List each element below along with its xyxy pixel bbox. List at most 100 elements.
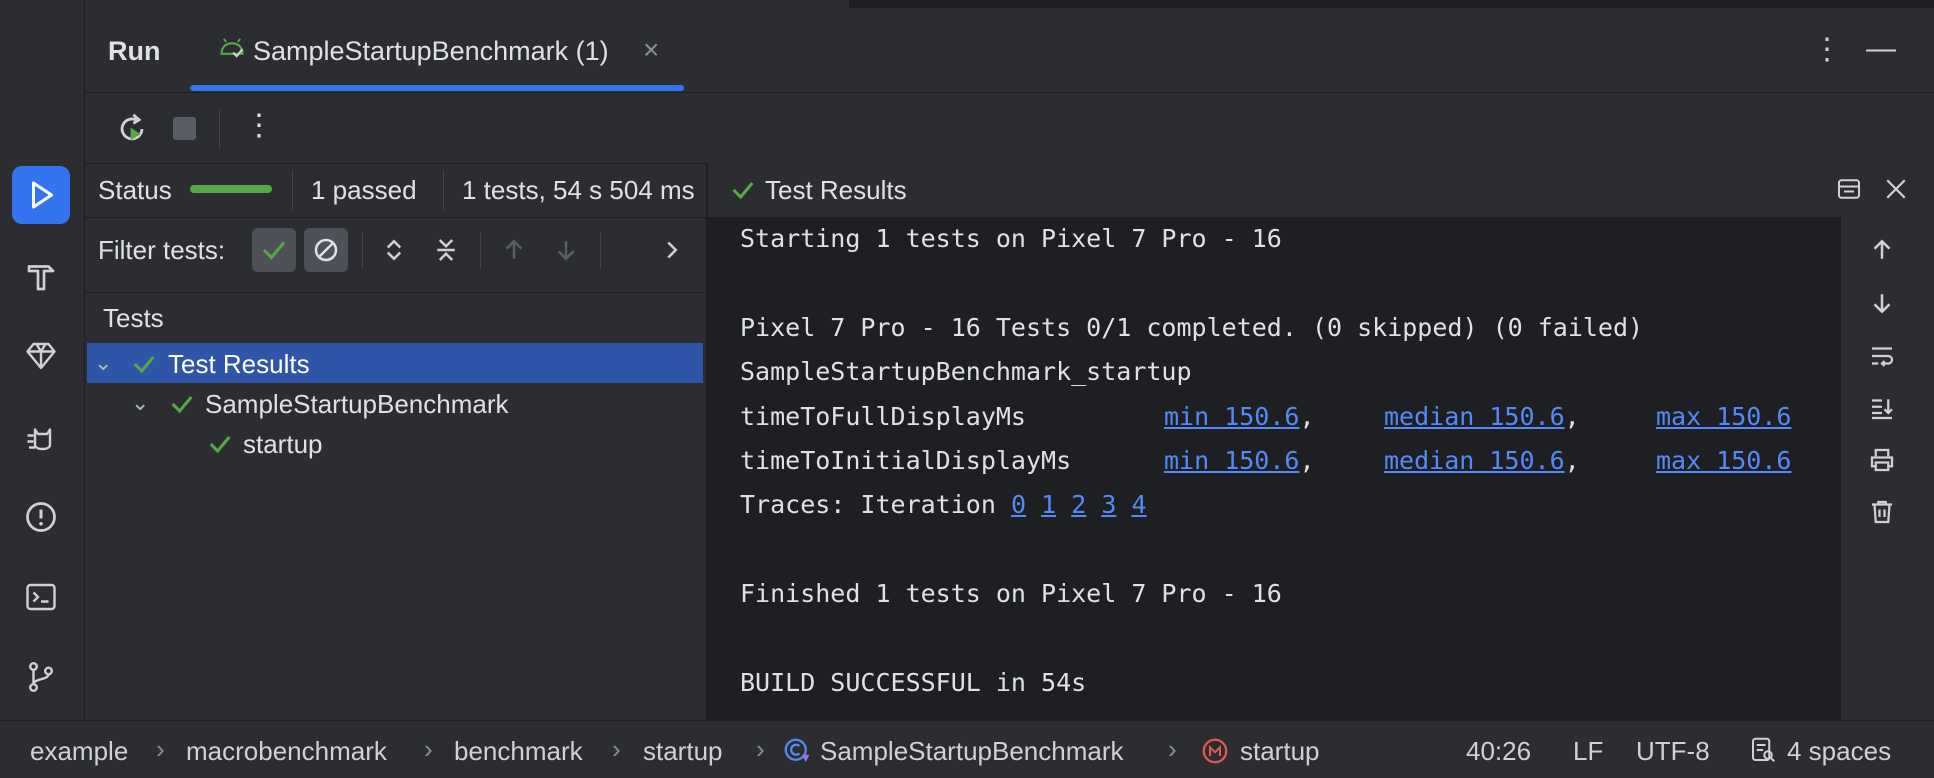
tree-row-label[interactable]: Test Results [168, 349, 310, 380]
soft-wrap-icon[interactable] [1862, 336, 1902, 376]
more-options-icon[interactable]: ⋮ [1812, 32, 1842, 67]
trace-link[interactable]: 2 [1071, 490, 1086, 519]
logcat-icon[interactable] [12, 408, 70, 466]
class-icon [782, 736, 812, 773]
passed-check-icon [130, 350, 158, 385]
breadcrumb-separator: › [612, 734, 621, 764]
previous-failed-icon[interactable] [492, 228, 536, 272]
problems-icon[interactable] [12, 488, 70, 546]
filter-divider [362, 232, 363, 268]
traces-line: Traces: Iteration 0 1 2 3 4 [740, 490, 1147, 519]
panel-title: Run [108, 36, 161, 66]
breadcrumb-separator: › [156, 734, 165, 764]
passed-check-icon [168, 390, 196, 425]
version-control-icon[interactable] [12, 648, 70, 706]
toolbar-more-icon[interactable]: ⋮ [244, 108, 274, 143]
console-title: Test Results [765, 175, 907, 205]
max-link[interactable]: max 150.6 [1656, 446, 1791, 475]
line-separator[interactable]: LF [1573, 736, 1603, 767]
collapse-all-icon[interactable] [424, 228, 468, 272]
indent-setting[interactable]: 4 spaces [1787, 736, 1891, 767]
show-ignored-toggle[interactable] [304, 228, 348, 272]
console-line: BUILD SUCCESSFUL in 54s [740, 668, 1087, 697]
console-line: Finished 1 tests on Pixel 7 Pro - 16 [740, 579, 1282, 608]
build-hammer-icon[interactable] [12, 248, 70, 306]
filter-divider [480, 232, 481, 268]
tests-duration: 1 tests, 54 s 504 ms [462, 175, 695, 205]
metric-values-full: max 150.6 [1656, 402, 1791, 431]
trace-link[interactable]: 4 [1131, 490, 1146, 519]
print-icon[interactable] [1862, 440, 1902, 480]
next-failed-icon[interactable] [544, 228, 588, 272]
show-passed-toggle[interactable] [252, 228, 296, 272]
breadcrumb-item[interactable]: startup [643, 736, 723, 767]
caret-position[interactable]: 40:26 [1466, 736, 1531, 767]
passed-count: 1 passed [311, 175, 417, 205]
trace-link[interactable]: 3 [1101, 490, 1116, 519]
breadcrumb-separator: › [424, 734, 433, 764]
top-strip [84, 0, 1934, 8]
breadcrumb-item[interactable]: startup [1240, 736, 1320, 767]
passed-check-icon [206, 430, 234, 465]
gem-icon[interactable] [12, 327, 70, 385]
console-line: Pixel 7 Pro - 16 Tests 0/1 completed. (0… [740, 313, 1644, 342]
trace-link[interactable]: 1 [1041, 490, 1056, 519]
breadcrumb-item[interactable]: macrobenchmark [186, 736, 387, 767]
console-line: Starting 1 tests on Pixel 7 Pro - 16 [740, 224, 1282, 253]
progress-bar [190, 185, 272, 193]
tool-window-bar [0, 0, 85, 720]
terminal-icon[interactable] [12, 568, 70, 626]
traces-label: Traces: Iteration [740, 490, 996, 519]
max-link[interactable]: max 150.6 [1656, 402, 1791, 431]
run-toolbar [85, 93, 1934, 164]
android-test-icon [218, 34, 246, 69]
metric-values-full: min 150.6, [1164, 402, 1315, 431]
file-encoding[interactable]: UTF-8 [1636, 736, 1710, 767]
tab-label: SampleStartupBenchmark (1) [253, 36, 609, 66]
scroll-down-icon[interactable] [1862, 283, 1902, 323]
metric-values-initial: median 150.6, [1384, 446, 1580, 475]
close-tab-icon[interactable]: × [643, 34, 659, 66]
tests-tree-header [85, 292, 703, 343]
minimize-icon[interactable]: — [1866, 32, 1896, 66]
chevron-down-icon[interactable]: ⌄ [94, 350, 112, 376]
scroll-up-icon[interactable] [1862, 230, 1902, 270]
run-icon[interactable] [12, 166, 70, 224]
chevron-down-icon[interactable]: ⌄ [131, 390, 149, 416]
status-label: Status [98, 175, 172, 205]
status-divider [292, 170, 293, 210]
close-icon[interactable] [1881, 174, 1911, 211]
active-tab-indicator [190, 85, 684, 91]
method-icon [1200, 736, 1230, 773]
breadcrumb-item[interactable]: SampleStartupBenchmark [820, 736, 1123, 767]
metric-values-initial: max 150.6 [1656, 446, 1791, 475]
expand-all-icon[interactable] [372, 228, 416, 272]
breadcrumb-separator: › [1168, 734, 1177, 764]
filter-label: Filter tests: [98, 235, 226, 265]
toolbar-divider [219, 110, 220, 148]
metric-name: timeToInitialDisplayMs [740, 446, 1072, 475]
trace-link[interactable]: 0 [1011, 490, 1026, 519]
stop-button[interactable] [173, 117, 196, 140]
min-link[interactable]: min 150.6 [1164, 402, 1299, 431]
metric-name: timeToFullDisplayMs [740, 402, 1026, 431]
trash-icon[interactable] [1862, 492, 1902, 532]
filter-divider [600, 232, 601, 268]
median-link[interactable]: median 150.6 [1384, 446, 1565, 475]
layout-toggle-icon[interactable] [1834, 174, 1864, 211]
median-link[interactable]: median 150.6 [1384, 402, 1565, 431]
indent-icon [1748, 735, 1778, 772]
scroll-to-end-icon[interactable] [1862, 388, 1902, 428]
metric-values-initial: min 150.6, [1164, 446, 1315, 475]
breadcrumb-item[interactable]: benchmark [454, 736, 583, 767]
tree-row-label[interactable]: startup [243, 429, 323, 460]
chevron-right-icon[interactable] [650, 228, 694, 272]
breadcrumb-separator: › [756, 734, 765, 764]
tree-row-label[interactable]: SampleStartupBenchmark [205, 389, 508, 420]
rerun-icon[interactable] [115, 112, 149, 153]
passed-check-icon [729, 176, 757, 211]
min-link[interactable]: min 150.6 [1164, 446, 1299, 475]
breadcrumb-item[interactable]: example [30, 736, 128, 767]
console-line: SampleStartupBenchmark_startup [740, 357, 1192, 386]
metric-values-full: median 150.6, [1384, 402, 1580, 431]
